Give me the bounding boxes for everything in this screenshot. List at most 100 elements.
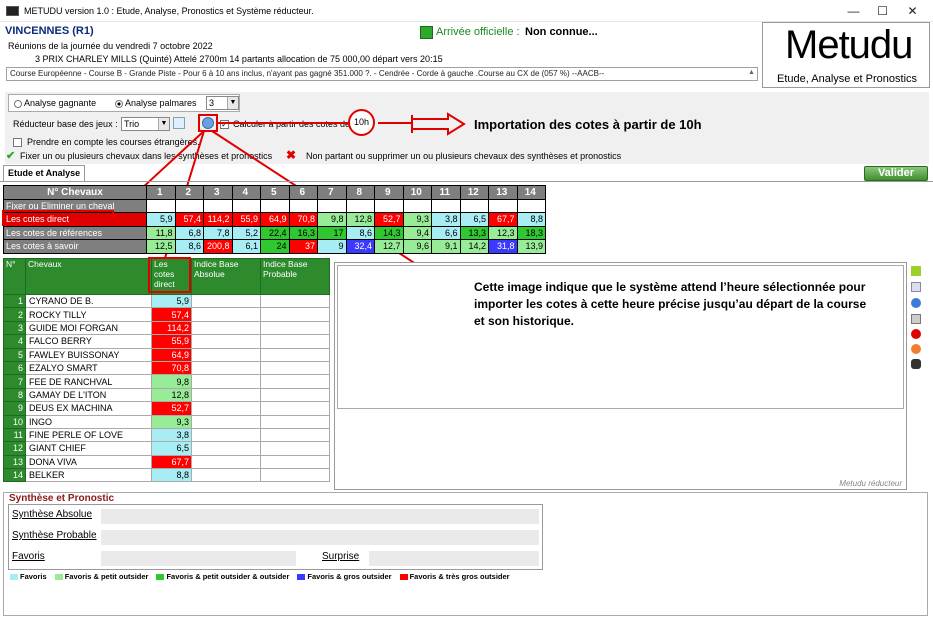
surprise-field[interactable] [369,551,539,566]
grid-row-label: Les cotes de références [3,225,147,240]
grid-row: Les cotes de références 11,8 6,8 7,8 5,2 22,4… [3,225,546,240]
synthese-title: Synthèse et Pronostic [9,493,115,504]
favoris-label[interactable]: Favoris [12,551,45,562]
grid-cell[interactable] [231,198,261,213]
synthese-box: Synthèse Absolue Synthèse Probable Favor… [8,504,543,570]
table-row[interactable]: 13 DONA VIVA 67,7 [3,454,330,470]
horse-cote: 3,8 [151,427,192,443]
grid-cell: 12,5 [146,239,176,254]
table-row[interactable]: 4 FALCO BERRY 55,9 [3,334,330,349]
refresh-icon[interactable] [911,344,921,354]
list-header: Indice Base Absolue [191,258,261,295]
grid-cell[interactable] [459,198,489,213]
mask-icon[interactable] [911,359,921,369]
table-row[interactable]: 5 FAWLEY BUISSONAY 64,9 [3,347,330,362]
synthese-absolue-field[interactable] [101,509,539,524]
legend-label: Favoris & petit outsider [64,572,149,581]
horse-name: EZALYO SMART [25,360,152,376]
horse-name: GIANT CHIEF [25,441,152,456]
table-row[interactable]: 12 GIANT CHIEF 6,5 [3,441,330,456]
horse-number-header[interactable]: 8 [345,185,375,200]
grid-cell: 55,9 [231,212,261,227]
indice-absolue [191,427,261,443]
grid-cell[interactable] [516,198,546,213]
table-row[interactable]: 7 FEE DE RANCHVAL 9,8 [3,374,330,389]
horse-number-header[interactable]: 7 [317,185,347,200]
list-header: Indice Base Probable [260,258,330,295]
horse-number-header[interactable]: 3 [203,185,233,200]
legend-item: Favoris & très gros outsider [399,572,510,581]
grid-cell: 3,8 [431,212,461,227]
horse-number-header[interactable]: 12 [459,185,489,200]
horse-cote: 67,7 [151,454,192,470]
table-row[interactable]: 8 GAMAY DE L'ITON 12,8 [3,387,330,403]
tab-etude-analyse[interactable]: Etude et Analyse [3,165,86,181]
highlight-box [2,210,114,226]
horse-number-header[interactable]: 1 [146,185,176,200]
horse-number-header[interactable]: 14 [516,185,546,200]
surprise-label[interactable]: Surprise [322,551,359,562]
table-row[interactable]: 3 GUIDE MOI FORGAN 114,2 [3,320,330,336]
valider-button[interactable]: Valider [864,166,928,181]
grid-cell[interactable] [317,198,347,213]
grid-cell: 37 [288,239,318,254]
horse-number: 13 [3,454,26,470]
grid-cell[interactable] [146,198,176,213]
grid-cell: 9,1 [431,239,461,254]
table-row[interactable]: 10 INGO 9,3 [3,414,330,429]
table-row[interactable]: 2 ROCKY TILLY 57,4 [3,307,330,322]
horse-number: 6 [3,360,26,376]
horse-number-header[interactable]: 6 [288,185,318,200]
grid-cell[interactable] [174,198,204,213]
grid-cell: 9,4 [402,225,432,240]
grid-cell: 67,7 [488,212,518,227]
table-row[interactable]: 14 BELKER 8,8 [3,468,330,483]
horse-number-header[interactable]: 10 [402,185,432,200]
horse-number-header[interactable]: 9 [374,185,404,200]
grid-cell[interactable] [203,198,233,213]
grid-cell[interactable] [431,198,461,213]
horse-number-header[interactable]: 11 [431,185,461,200]
horse-number-header[interactable]: 13 [488,185,518,200]
horse-number-header[interactable]: 2 [174,185,204,200]
horse-number-header[interactable]: 5 [260,185,290,200]
favoris-field[interactable] [101,551,296,566]
grid-cell[interactable] [345,198,375,213]
help-icon[interactable] [911,298,921,308]
grid-header: N° Chevaux [3,185,147,200]
grid-cell: 5,2 [231,225,261,240]
print-icon[interactable] [911,314,921,324]
indice-probable [260,307,330,322]
grid-cell: 13,9 [516,239,546,254]
grid-cell[interactable] [260,198,290,213]
grid-cell[interactable] [288,198,318,213]
table-row[interactable]: 1 CYRANO DE B. 5,9 [3,293,330,309]
grid-cell[interactable] [374,198,404,213]
grid-cell: 16,3 [288,225,318,240]
synthese-absolue-label[interactable]: Synthèse Absolue [12,509,92,520]
indice-probable [260,374,330,389]
grid-cell: 8,8 [516,212,546,227]
indice-probable [260,427,330,443]
indice-probable [260,360,330,376]
table-row[interactable]: 9 DEUS EX MACHINA 52,7 [3,401,330,416]
panel-footer: Metudu réducteur [839,479,902,488]
legend-label: Favoris & très gros outsider [409,572,510,581]
synthese-probable-field[interactable] [101,530,539,545]
grid-cell[interactable] [488,198,518,213]
horse-number-header[interactable]: 4 [231,185,261,200]
table-row[interactable]: 6 EZALYO SMART 70,8 [3,360,330,376]
indice-absolue [191,320,261,336]
synthese-probable-label[interactable]: Synthèse Probable [12,530,97,541]
grid-cell: 200,8 [203,239,233,254]
indice-probable [260,454,330,470]
grid-cell: 24 [260,239,290,254]
grid-cell[interactable] [402,198,432,213]
stop-icon[interactable] [911,329,921,339]
green-square-icon[interactable] [911,266,921,276]
indice-absolue [191,401,261,416]
horse-cote: 6,5 [151,441,192,456]
document-icon[interactable] [911,282,921,292]
legend-item: Favoris [10,572,47,581]
table-row[interactable]: 11 FINE PERLE OF LOVE 3,8 [3,427,330,443]
